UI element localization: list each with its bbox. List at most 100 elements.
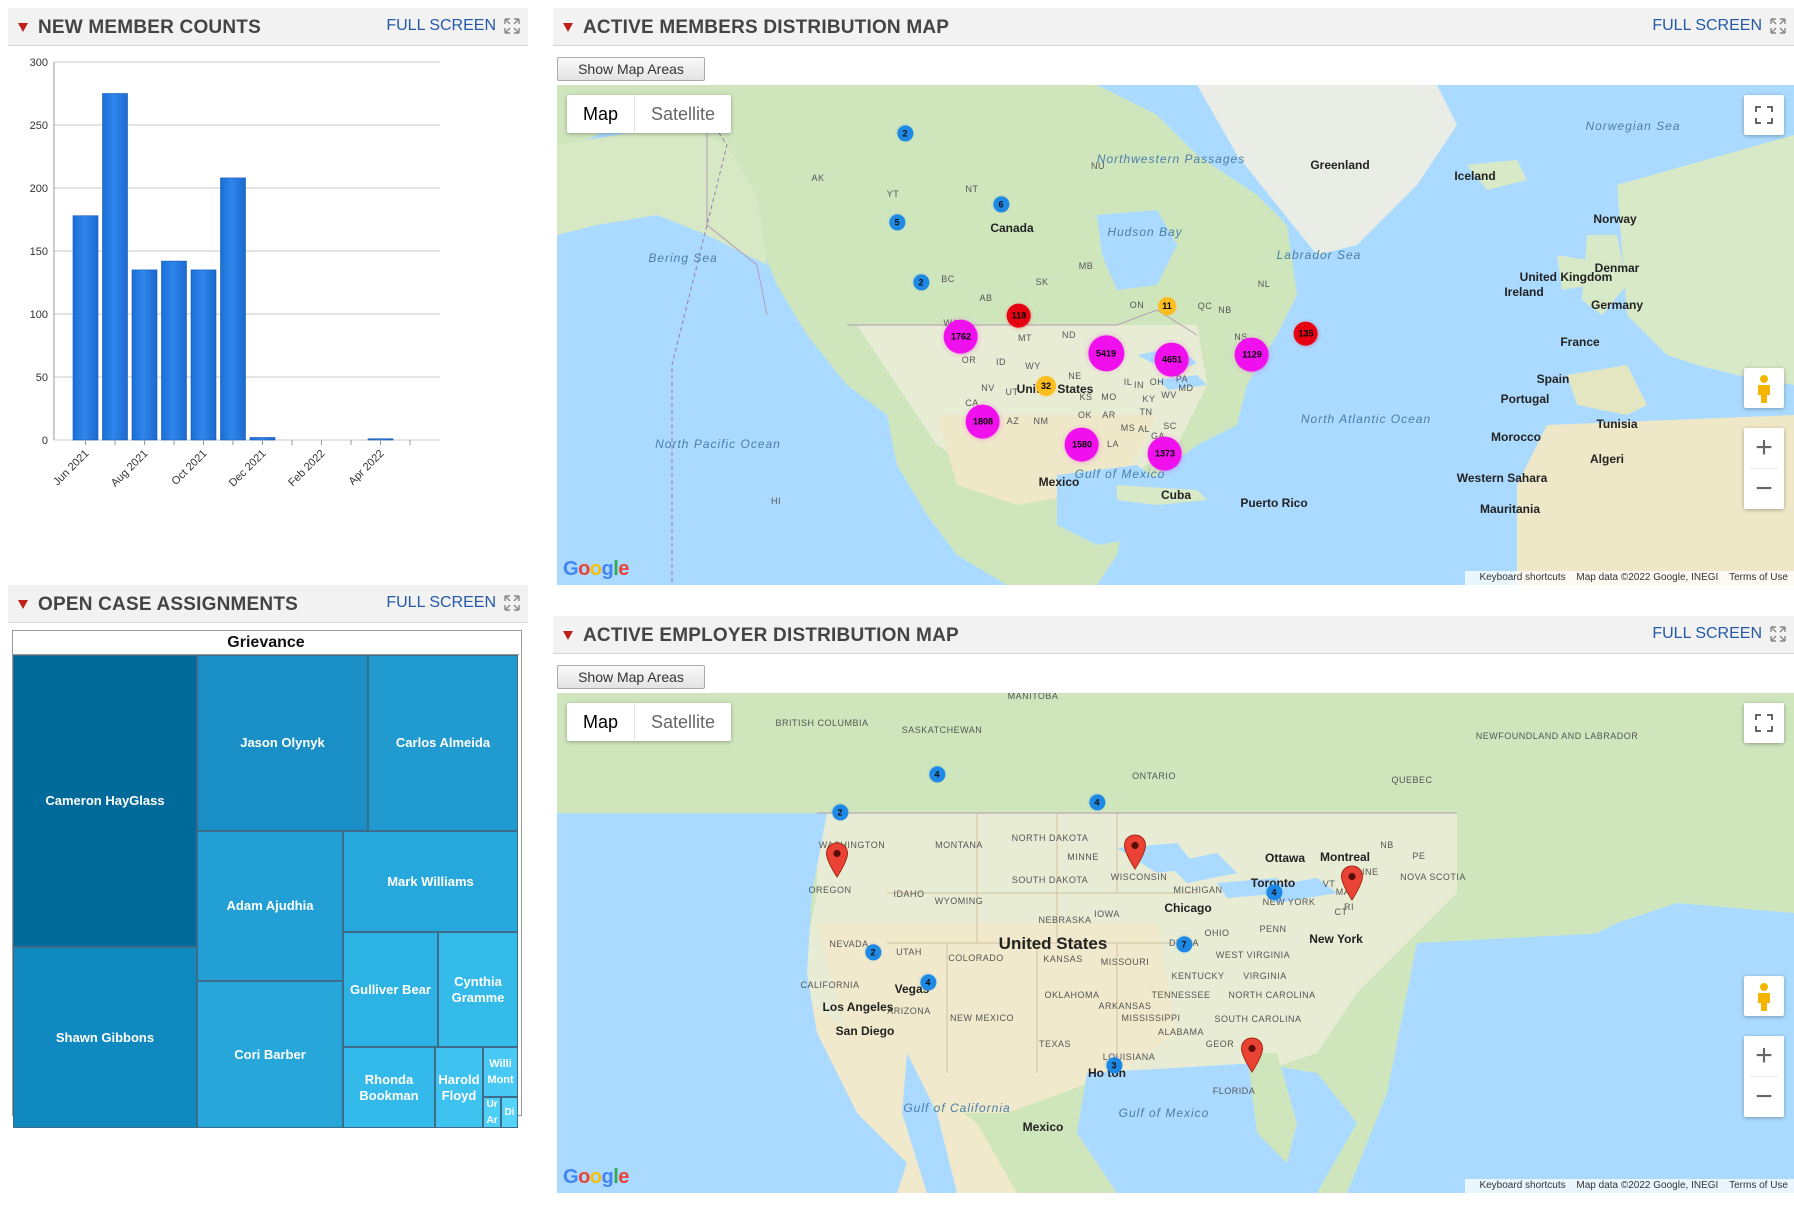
y-tick-label: 250 [30,120,48,132]
satellite-tab[interactable]: Satellite [634,703,731,741]
show-map-areas-button[interactable]: Show Map Areas [557,665,705,689]
map-label-in: IN [1134,380,1144,390]
map-label-on: ON [1129,300,1145,310]
new-member-panel: NEW MEMBER COUNTS FULL SCREEN 0 50 100 150 2… [8,8,528,528]
employer-distribution-map[interactable]: MANITOBA BRITISH COLUMBIA SASKATCHEWAN NEWF… [557,693,1794,1193]
map-label-canada: Canada [990,221,1034,235]
cluster-count: 1129 [1234,337,1269,372]
bar [249,437,276,441]
map-pin-icon[interactable] [1240,1037,1264,1073]
map-label-missouri: MISSOURI [1100,957,1150,967]
treemap-cell[interactable]: Rhonda Bookman [343,1047,435,1128]
y-tick-label: 300 [30,57,48,69]
full-screen-link[interactable]: FULL SCREEN [386,17,496,35]
map-pin-icon[interactable] [1340,865,1364,901]
treemap-cell[interactable]: Ur Ar [483,1097,501,1128]
map-label-mb: MB [1078,261,1094,271]
treemap-cell[interactable]: Cameron HayGlass [13,655,197,947]
keyboard-shortcuts-link[interactable]: Keyboard shortcuts [1479,572,1565,583]
expand-icon[interactable] [504,18,520,34]
keyboard-shortcuts-link[interactable]: Keyboard shortcuts [1479,1180,1565,1191]
collapse-toggle-icon[interactable] [18,23,28,32]
expand-icon[interactable] [504,595,520,611]
expand-icon[interactable] [1770,18,1786,34]
cluster-count: 11 [1158,297,1176,315]
map-tab[interactable]: Map [567,703,634,741]
map-cluster-marker[interactable]: 1808 [962,401,1004,443]
map-label-spain: Spain [1536,372,1570,386]
map-label-oklahoma: OKLAHOMA [1044,990,1100,1000]
treemap-cell[interactable]: Di [501,1097,518,1128]
map-cluster-marker[interactable]: 1373 [1144,433,1186,475]
map-cluster-marker[interactable]: 1580 [1061,424,1103,466]
map-cluster-marker[interactable]: 4651 [1151,339,1193,381]
collapse-toggle-icon[interactable] [563,23,573,32]
map-cluster-marker[interactable]: 32 [1034,374,1058,398]
employer-map-panel: ACTIVE EMPLOYER DISTRIBUTION MAP FULL SC… [553,616,1794,1206]
treemap-cell[interactable]: Gulliver Bear [343,932,438,1047]
map-label-qc: QC [1197,301,1213,311]
treemap-cell[interactable]: Carlos Almeida [368,655,518,831]
collapse-toggle-icon[interactable] [563,631,573,640]
map-cluster-marker[interactable]: 11 [1156,295,1178,317]
map-label-kentucky: KENTUCKY [1171,971,1225,981]
cluster-count: 4651 [1154,342,1189,377]
map-tab[interactable]: Map [567,95,634,133]
map-label-tn: TN [1139,407,1153,417]
treemap-cell[interactable]: Adam Ajudhia [197,831,343,981]
panel-title: ACTIVE MEMBERS DISTRIBUTION MAP [583,17,950,38]
map-label-ar: AR [1102,410,1116,420]
treemap-cell[interactable]: Cori Barber [197,981,343,1128]
treemap-cell[interactable]: Mark Williams [343,831,518,932]
treemap-cell[interactable]: Cynthia Gramme [438,932,518,1047]
treemap-cell[interactable]: Harold Floyd [435,1047,483,1128]
street-view-pegman[interactable] [1744,976,1784,1016]
map-label-chicago: Chicago [1164,901,1212,915]
terms-link[interactable]: Terms of Use [1729,572,1788,583]
full-screen-link[interactable]: FULL SCREEN [1652,17,1762,35]
terms-link[interactable]: Terms of Use [1729,1180,1788,1191]
members-distribution-map[interactable]: GreenlandIcelandCanadaUnited StatesMexic… [557,85,1794,585]
map-label-nt: NT [965,184,979,194]
satellite-tab[interactable]: Satellite [634,95,731,133]
map-cluster-marker[interactable]: 1762 [940,316,982,358]
treemap-cell[interactable]: Shawn Gibbons [13,947,197,1128]
map-label-hudson: Hudson Bay [1107,225,1183,239]
street-view-pegman[interactable] [1744,368,1784,408]
map-label-west-virginia: WEST VIRGINIA [1215,950,1291,960]
map-cluster-marker[interactable]: 1129 [1231,334,1273,376]
map-label-az: AZ [1006,416,1020,426]
show-map-areas-button[interactable]: Show Map Areas [557,57,705,81]
zoom-out-button[interactable]: − [1744,469,1784,509]
collapse-toggle-icon[interactable] [18,600,28,609]
zoom-out-button[interactable]: − [1744,1077,1784,1117]
map-label-ne: NE [1068,371,1082,381]
map-pin-icon[interactable] [1123,834,1147,870]
treemap-cell[interactable]: Willi Mont [483,1047,518,1097]
y-tick-label: 100 [30,309,48,321]
full-screen-link[interactable]: FULL SCREEN [386,594,496,612]
fullscreen-map-button[interactable] [1744,703,1784,743]
cluster-count: 1580 [1064,427,1099,462]
zoom-in-button[interactable]: + [1744,1036,1784,1076]
full-screen-link[interactable]: FULL SCREEN [1652,625,1762,643]
map-label-western-sahara: Western Sahara [1456,471,1548,485]
map-cluster-marker[interactable]: 118 [1004,301,1034,331]
map-cluster-marker[interactable]: 135 [1291,319,1321,349]
map-label-nebraska: NEBRASKA [1038,915,1092,925]
map-pin-icon[interactable] [825,842,849,878]
bar [72,215,99,441]
panel-header: NEW MEMBER COUNTS FULL SCREEN [8,8,528,46]
map-label-nv: NV [981,383,995,393]
map-label-newfoundland: NEWFOUNDLAND AND LABRADOR [1475,731,1639,741]
treemap-cell[interactable]: Jason Olynyk [197,655,368,831]
map-label-id: ID [996,357,1006,367]
zoom-in-button[interactable]: + [1744,428,1784,468]
treemap: Grievance Cameron HayGlass Shawn Gibbons… [12,630,522,1128]
bar [367,438,394,441]
map-label-mauritania: Mauritania [1479,502,1541,516]
map-label-ak: AK [811,173,825,183]
expand-icon[interactable] [1770,626,1786,642]
map-label-idaho: IDAHO [893,889,925,899]
fullscreen-map-button[interactable] [1744,95,1784,135]
